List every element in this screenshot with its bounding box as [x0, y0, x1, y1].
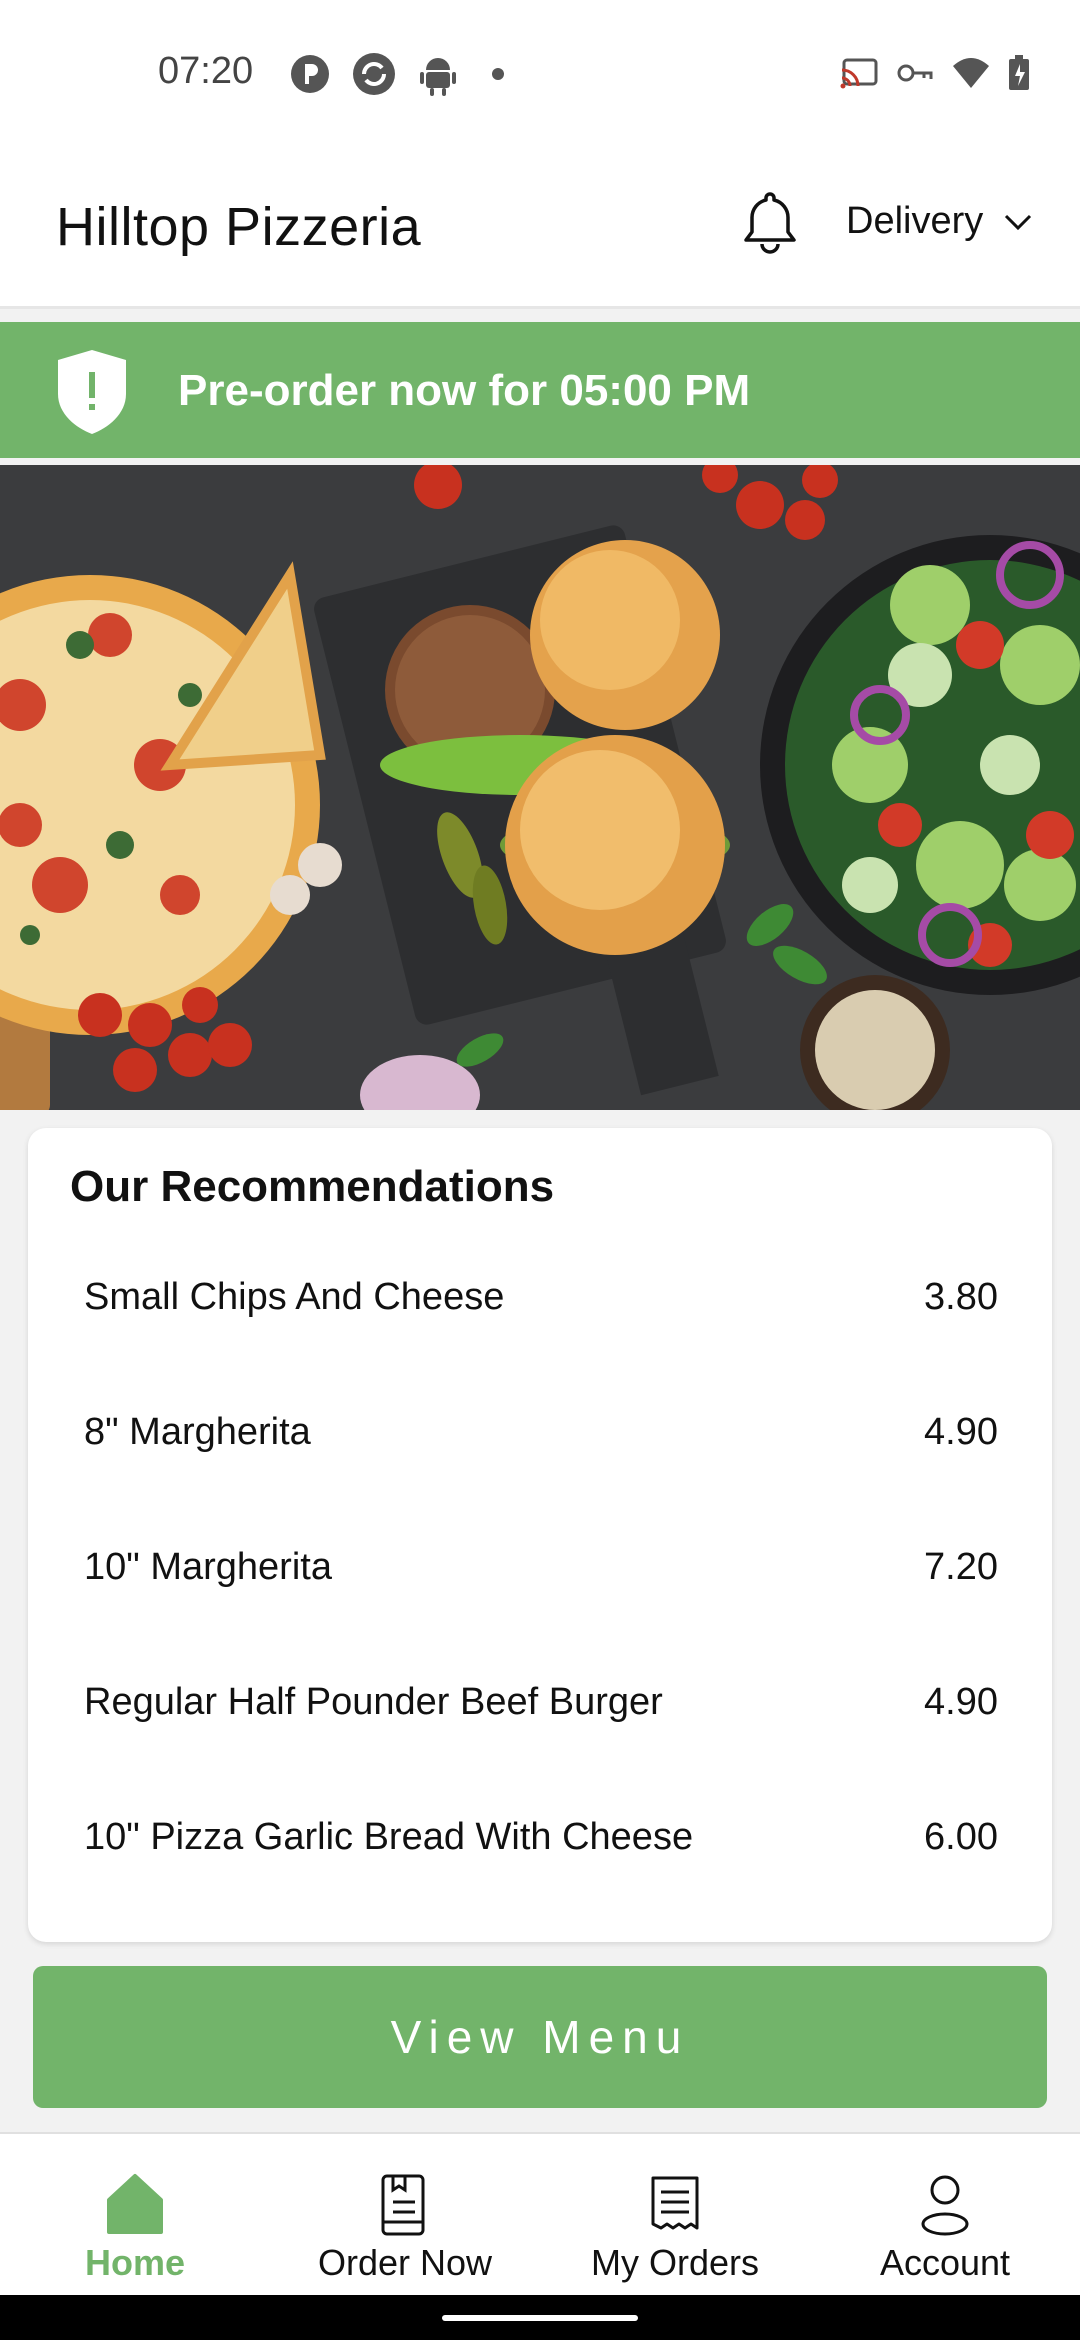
status-time: 07:20 [158, 50, 254, 92]
item-price: 3.80 [924, 1275, 998, 1318]
recommendation-item[interactable]: 10" Margherita 7.20 [84, 1537, 998, 1597]
nav-order-now-label: Order Now [317, 2242, 493, 2283]
home-icon [107, 2174, 163, 2234]
status-bar: 07:20 [0, 0, 1080, 150]
restaurant-title: Hilltop Pizzeria [56, 197, 422, 257]
nav-account-label: Account [879, 2242, 1011, 2283]
preorder-banner: Pre-order now for 05:00 PM [0, 322, 1080, 458]
recommendation-item[interactable]: Regular Half Pounder Beef Burger 4.90 [84, 1672, 998, 1732]
app-header: Hilltop Pizzeria Delivery [0, 150, 1080, 309]
dot-icon [492, 68, 504, 80]
item-price: 4.90 [924, 1410, 998, 1453]
view-menu-button[interactable]: View Menu [33, 1966, 1047, 2108]
nav-my-orders-label: My Orders [590, 2242, 759, 2283]
bottom-navigation: Home Order Now My Orders Account [0, 2132, 1080, 2297]
delivery-mode-label: Delivery [846, 200, 984, 242]
nav-order-now[interactable]: Order Now [270, 2134, 540, 2297]
sync-icon [353, 53, 395, 95]
item-name: 8" Margherita [84, 1410, 311, 1453]
recommendation-item[interactable]: 10" Pizza Garlic Bread With Cheese 6.00 [84, 1807, 998, 1867]
item-name: Regular Half Pounder Beef Burger [84, 1680, 663, 1723]
wifi-icon [953, 58, 989, 88]
receipt-icon [651, 2176, 699, 2230]
item-price: 4.90 [924, 1680, 998, 1723]
recommendations-title: Our Recommendations [70, 1162, 555, 1211]
battery-icon [1009, 55, 1029, 90]
view-menu-label: View Menu [390, 2011, 690, 2063]
status-right-icons [840, 55, 1030, 91]
p-icon [291, 55, 329, 93]
android-icon [420, 58, 456, 96]
preorder-text: Pre-order now for 05:00 PM [178, 366, 751, 415]
nav-home-label: Home [84, 2242, 186, 2283]
person-icon [921, 2175, 969, 2236]
status-left-icons [290, 52, 504, 96]
delivery-mode-dropdown[interactable]: Delivery [846, 200, 1033, 243]
food-banner-image [0, 465, 1080, 1110]
item-name: 10" Pizza Garlic Bread With Cheese [84, 1815, 694, 1858]
recommendation-item[interactable]: 8" Margherita 4.90 [84, 1402, 998, 1462]
recommendation-item[interactable]: Small Chips And Cheese 3.80 [84, 1267, 998, 1327]
cast-icon [840, 58, 878, 89]
nav-account[interactable]: Account [810, 2134, 1080, 2297]
order-book-icon [381, 2174, 425, 2236]
chevron-down-icon [1005, 214, 1032, 230]
item-price: 7.20 [924, 1545, 998, 1588]
recommendations-card: Our Recommendations Small Chips And Chee… [28, 1128, 1052, 1942]
item-name: Small Chips And Cheese [84, 1275, 505, 1318]
item-price: 6.00 [924, 1815, 998, 1858]
system-gesture-bar [0, 2295, 1080, 2340]
shield-alert-icon [58, 350, 126, 434]
key-icon [897, 64, 933, 82]
nav-my-orders[interactable]: My Orders [540, 2134, 810, 2297]
nav-home[interactable]: Home [0, 2134, 270, 2297]
home-gesture-handle[interactable] [442, 2315, 638, 2321]
bell-icon[interactable] [740, 188, 800, 258]
item-name: 10" Margherita [84, 1545, 332, 1588]
food-illustration [0, 465, 1080, 1110]
